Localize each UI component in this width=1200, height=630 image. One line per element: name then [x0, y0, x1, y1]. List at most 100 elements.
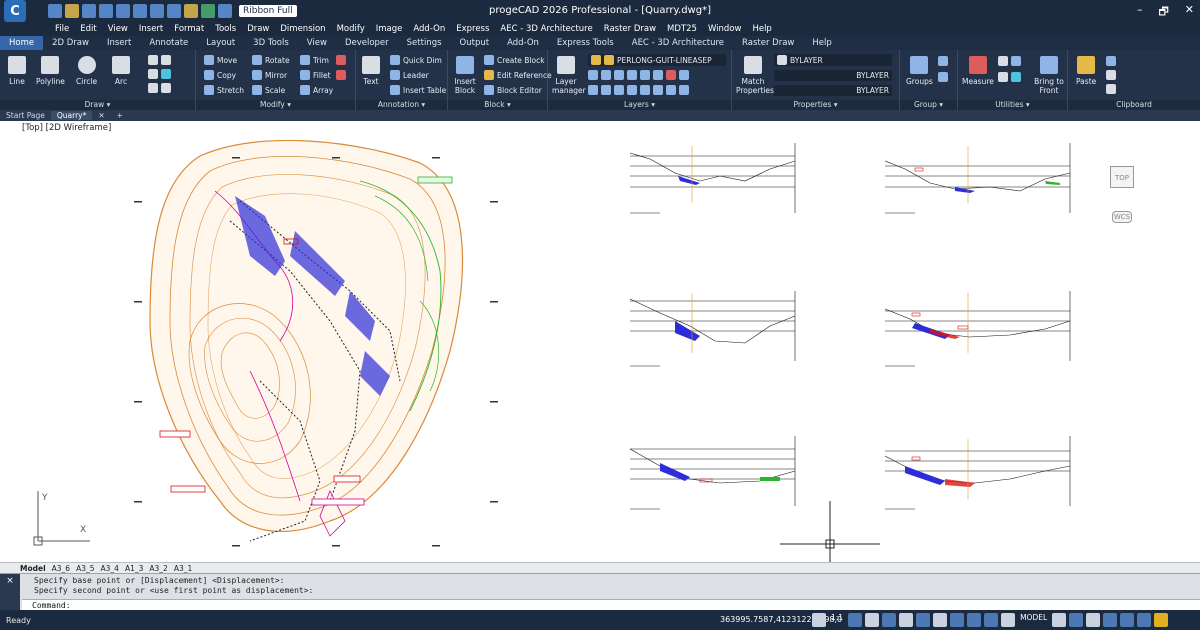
tab-a3-1[interactable]: A3_1	[174, 564, 192, 573]
settings-gear-icon[interactable]	[1052, 613, 1067, 627]
menu-dimension[interactable]: Dimension	[280, 24, 325, 34]
menu-add-on[interactable]: Add-On	[413, 24, 445, 34]
redo-icon[interactable]	[133, 4, 147, 18]
new-tab-icon[interactable]: +	[111, 111, 129, 120]
menu-aec[interactable]: AEC - 3D Architecture	[500, 24, 592, 34]
circle-tool[interactable]: Circle	[76, 56, 97, 86]
print-icon[interactable]	[150, 4, 164, 18]
layer-unlock-icon[interactable]	[653, 85, 663, 95]
annotation-visibility-icon[interactable]	[848, 613, 863, 627]
tab-a1-3[interactable]: A1_3	[125, 564, 143, 573]
match-properties-tool[interactable]: Match Properties	[736, 56, 774, 95]
menu-image[interactable]: Image	[376, 24, 403, 34]
open-file-icon[interactable]	[65, 4, 79, 18]
menu-help[interactable]: Help	[752, 24, 771, 34]
erase-tool[interactable]	[336, 55, 346, 65]
lineweight-icon[interactable]	[1001, 613, 1016, 627]
layer-change-icon[interactable]	[666, 85, 676, 95]
tab-raster-draw[interactable]: Raster Draw	[733, 36, 803, 50]
quick-select-icon[interactable]	[1011, 56, 1021, 66]
layer-previous-icon[interactable]	[588, 85, 598, 95]
tab-aec[interactable]: AEC - 3D Architecture	[623, 36, 733, 50]
mirror-tool[interactable]: Mirror	[252, 70, 287, 80]
tab-express-tools[interactable]: Express Tools	[548, 36, 623, 50]
linetype-dropdown[interactable]: BYLAYER	[774, 70, 892, 81]
isolate-objects-icon[interactable]	[1086, 613, 1101, 627]
polyline-tool[interactable]: Polyline	[36, 56, 65, 86]
tab-help[interactable]: Help	[803, 36, 840, 50]
quick-dim-tool[interactable]: Quick Dim	[390, 55, 442, 65]
command-close-icon[interactable]: ×	[0, 574, 20, 611]
color-dropdown[interactable]: BYLAYER	[774, 54, 892, 66]
clipboard-panel-label[interactable]: Clipboard	[1068, 100, 1200, 110]
draw-panel-label[interactable]: Draw ▾	[0, 100, 195, 110]
rectangle-tool[interactable]	[148, 55, 171, 65]
scale-readout[interactable]: 1:1	[829, 613, 845, 627]
properties-palette-icon[interactable]	[1137, 613, 1152, 627]
insert-block-tool[interactable]: Insert Block	[453, 56, 477, 95]
tab-a3-2[interactable]: A3_2	[149, 564, 167, 573]
layer-match-icon[interactable]	[640, 70, 650, 80]
tab-model[interactable]: Model	[20, 564, 46, 573]
close-tab-icon[interactable]: ✕	[92, 111, 110, 120]
layer-freeze-icon[interactable]	[614, 70, 624, 80]
dynamic-input-icon[interactable]	[984, 613, 999, 627]
tab-output[interactable]: Output	[451, 36, 499, 50]
menu-modify[interactable]: Modify	[337, 24, 365, 34]
ribbon-mode-button[interactable]: Ribbon Full	[239, 5, 297, 17]
tab-insert[interactable]: Insert	[98, 36, 140, 50]
groups-tool[interactable]: Groups	[906, 56, 933, 86]
scale-tool[interactable]: Scale	[252, 85, 285, 95]
layer-unisolate-icon[interactable]	[614, 85, 624, 95]
layers-panel-label[interactable]: Layers ▾	[548, 100, 731, 110]
grid-icon[interactable]	[899, 613, 914, 627]
app-logo[interactable]: C	[4, 0, 26, 22]
block-panel-label[interactable]: Block ▾	[448, 100, 547, 110]
layer-off-icon[interactable]	[601, 70, 611, 80]
layer-isolate-icon[interactable]	[588, 70, 598, 80]
line-tool[interactable]: Line	[8, 56, 26, 86]
copy-base-tool[interactable]	[1106, 84, 1116, 94]
viewcube-top[interactable]: TOP	[1110, 166, 1134, 188]
tab-2d-draw[interactable]: 2D Draw	[43, 36, 98, 50]
modify-panel-label[interactable]: Modify ▾	[196, 100, 355, 110]
menu-raster-draw[interactable]: Raster Draw	[604, 24, 656, 34]
annotation-scale-icon[interactable]	[812, 613, 826, 627]
tab-settings[interactable]: Settings	[398, 36, 451, 50]
fillet-tool[interactable]: Fillet	[300, 70, 331, 80]
help-icon[interactable]	[218, 4, 232, 18]
clean-screen-icon[interactable]	[1120, 613, 1135, 627]
layer-walk-icon[interactable]	[653, 70, 663, 80]
drawing-viewport[interactable]: [Top] [2D Wireframe] Y X TOP WCS	[0, 121, 1200, 562]
tab-start-page[interactable]: Start Page	[0, 111, 51, 120]
edit-reference-tool[interactable]: Edit Reference	[484, 70, 552, 80]
arc-tool[interactable]: Arc	[112, 56, 130, 86]
menu-window[interactable]: Window	[708, 24, 742, 34]
brush-icon[interactable]	[184, 4, 198, 18]
group-edit-tool[interactable]	[938, 72, 948, 82]
utilities-panel-label[interactable]: Utilities ▾	[958, 100, 1067, 110]
menu-view[interactable]: View	[108, 24, 128, 34]
id-point-icon[interactable]	[998, 72, 1008, 82]
menu-insert[interactable]: Insert	[139, 24, 163, 34]
block-editor-tool[interactable]: Block Editor	[484, 85, 542, 95]
layer-merge-icon[interactable]	[679, 70, 689, 80]
save-as-icon[interactable]	[99, 4, 113, 18]
layer-thaw-icon[interactable]	[640, 85, 650, 95]
ungroup-tool[interactable]	[938, 56, 948, 66]
tab-a3-5[interactable]: A3_5	[76, 564, 94, 573]
trim-tool[interactable]: Trim	[300, 55, 329, 65]
properties-panel-label[interactable]: Properties ▾	[732, 100, 899, 110]
text-tool[interactable]: Text	[362, 56, 380, 86]
copy-clip-tool[interactable]	[1106, 70, 1116, 80]
menu-file[interactable]: File	[55, 24, 69, 34]
bring-to-front-tool[interactable]: Bring to Front	[1032, 56, 1066, 95]
osnap-icon[interactable]	[950, 613, 965, 627]
tab-add-on[interactable]: Add-On	[498, 36, 548, 50]
hatch-tool[interactable]	[148, 83, 171, 93]
menu-edit[interactable]: Edit	[80, 24, 96, 34]
save-icon[interactable]	[82, 4, 96, 18]
tab-view[interactable]: View	[298, 36, 336, 50]
notification-icon[interactable]	[1154, 613, 1169, 627]
rotate-tool[interactable]: Rotate	[252, 55, 290, 65]
